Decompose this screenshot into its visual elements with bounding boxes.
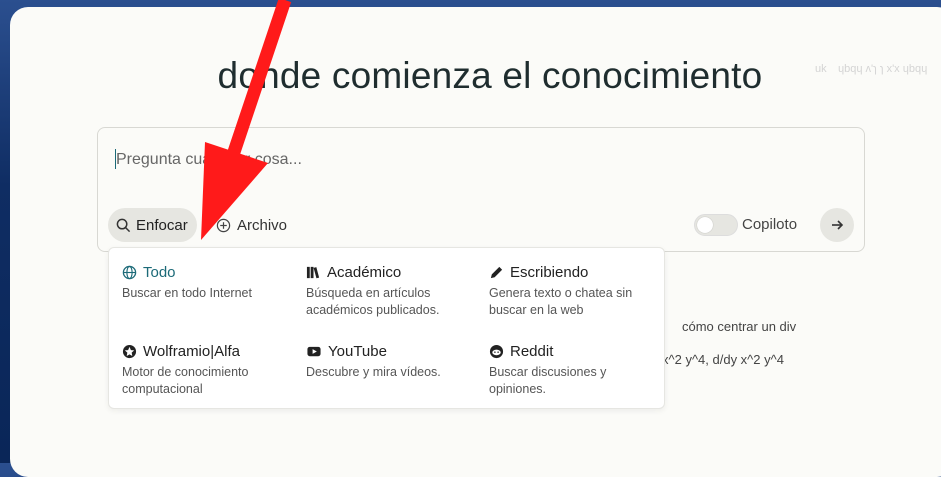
- annotation-arrow: [201, 0, 292, 240]
